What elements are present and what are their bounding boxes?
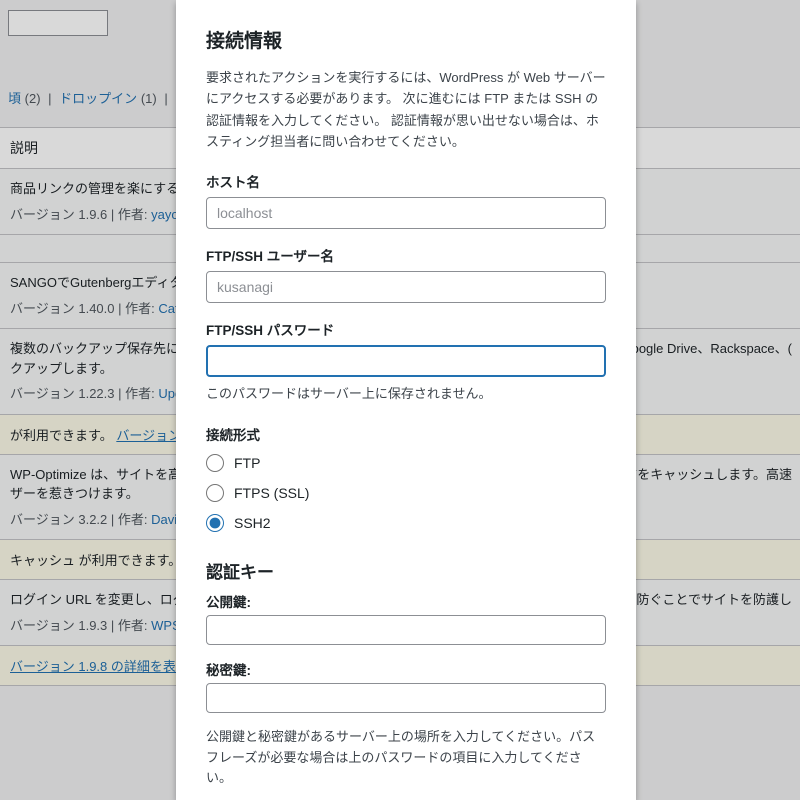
plugin-desc-right: Google Drive、Rackspace、( xyxy=(621,339,792,359)
tab-item[interactable]: 頃 xyxy=(8,91,21,106)
password-input[interactable] xyxy=(206,345,606,377)
separator: | xyxy=(160,91,171,106)
radio-ftps-label: FTPS (SSL) xyxy=(234,485,309,501)
plugin-desc-right: ージをキャッシュします。高速 xyxy=(612,465,792,485)
modal-title: 接続情報 xyxy=(206,26,606,53)
username-field: FTP/SSH ユーザー名 xyxy=(206,245,606,303)
search-box-outline xyxy=(8,10,108,36)
radio-ftps-input[interactable] xyxy=(206,484,224,502)
radio-ftps[interactable]: FTPS (SSL) xyxy=(206,484,606,502)
connection-type-label: 接続形式 xyxy=(206,424,606,444)
radio-ftp-input[interactable] xyxy=(206,454,224,472)
radio-ssh2-input[interactable] xyxy=(206,514,224,532)
separator: | xyxy=(44,91,55,106)
public-key-field: 公開鍵: xyxy=(206,591,606,645)
password-field: FTP/SSH パスワード このパスワードはサーバー上に保存されません。 xyxy=(206,319,606,402)
hostname-field: ホスト名 xyxy=(206,171,606,229)
private-key-input[interactable] xyxy=(206,683,606,713)
radio-ftp[interactable]: FTP xyxy=(206,454,606,472)
public-key-label: 公開鍵: xyxy=(206,591,606,611)
password-label: FTP/SSH パスワード xyxy=(206,319,606,339)
username-input[interactable] xyxy=(206,271,606,303)
private-key-label: 秘密鍵: xyxy=(206,659,606,679)
username-label: FTP/SSH ユーザー名 xyxy=(206,245,606,265)
hostname-label: ホスト名 xyxy=(206,171,606,191)
auth-keys-hint: 公開鍵と秘密鍵があるサーバー上の場所を入力してください。パスフレーズが必要な場合… xyxy=(206,727,606,789)
connection-info-modal: 接続情報 要求されたアクションを実行するには、WordPress が Web サ… xyxy=(176,0,636,800)
password-hint: このパスワードはサーバー上に保存されません。 xyxy=(206,383,606,402)
public-key-input[interactable] xyxy=(206,615,606,645)
radio-ssh2[interactable]: SSH2 xyxy=(206,514,606,532)
hostname-input[interactable] xyxy=(206,197,606,229)
update-link[interactable]: バージョン 1.9.8 の詳細を表示 xyxy=(10,659,189,674)
plugin-desc-right: スを防ぐことでサイトを防護し xyxy=(610,590,792,610)
tab-item[interactable]: ドロップイン xyxy=(59,91,137,106)
tab-count: (2) xyxy=(25,91,41,106)
auth-keys-title: 認証キー xyxy=(206,558,606,583)
radio-ssh2-label: SSH2 xyxy=(234,515,271,531)
tab-count: (1) xyxy=(141,91,157,106)
private-key-field: 秘密鍵: xyxy=(206,659,606,713)
radio-ftp-label: FTP xyxy=(234,455,260,471)
modal-description: 要求されたアクションを実行するには、WordPress が Web サーバーにア… xyxy=(206,67,606,153)
